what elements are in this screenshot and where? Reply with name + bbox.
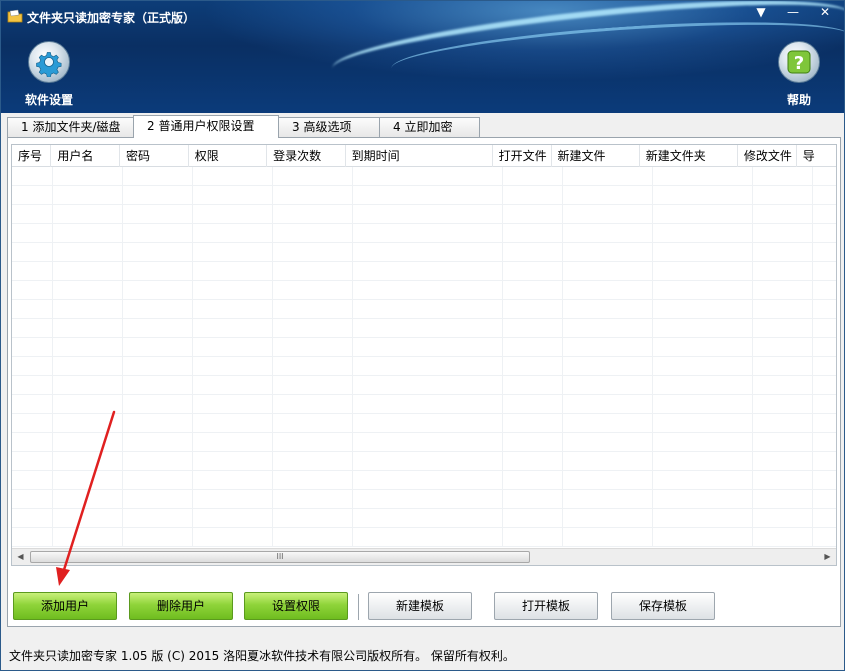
status-bar-text: 文件夹只读加密专家 1.05 版 (C) 2015 洛阳夏冰软件技术有限公司版权…: [9, 649, 515, 663]
window-controls: ▼ — ✕: [746, 3, 840, 21]
table-body: [12, 167, 836, 547]
title-bar[interactable]: 文件夹只读加密专家（正式版） ▼ — ✕: [1, 1, 844, 31]
save-template-button[interactable]: 保存模板: [611, 592, 715, 620]
help-button[interactable]: ? 帮助: [769, 41, 829, 108]
user-table[interactable]: 序号 用户名 密码 权限 登录次数 到期时间 打开文件 新建文件 新建文件夹 修…: [11, 144, 837, 566]
table-header: 序号 用户名 密码 权限 登录次数 到期时间 打开文件 新建文件 新建文件夹 修…: [12, 145, 836, 167]
column-divider: [192, 167, 193, 547]
column-header-username[interactable]: 用户名: [51, 145, 120, 167]
tab-bar: 1 添加文件夹/磁盘 2 普通用户权限设置 3 高级选项 4 立即加密: [7, 115, 480, 138]
column-divider: [502, 167, 503, 547]
gear-icon: [36, 52, 62, 77]
app-folder-icon: [7, 9, 23, 23]
column-header-login-count[interactable]: 登录次数: [267, 145, 346, 167]
main-window: 文件夹只读加密专家（正式版） ▼ — ✕ 软件设置 ? 帮助 1 添加文件夹/磁…: [0, 0, 845, 671]
close-button[interactable]: ✕: [810, 3, 840, 21]
scroll-left-icon[interactable]: ◀: [12, 549, 29, 565]
button-separator: [358, 594, 359, 620]
menu-dropdown-button[interactable]: ▼: [746, 3, 776, 21]
tab-advanced-options[interactable]: 3 高级选项: [278, 117, 380, 138]
tab-encrypt-now[interactable]: 4 立即加密: [379, 117, 480, 138]
minimize-button[interactable]: —: [778, 3, 808, 21]
column-header-password[interactable]: 密码: [120, 145, 189, 167]
help-circle: ?: [778, 41, 820, 83]
set-permission-button[interactable]: 设置权限: [244, 592, 348, 620]
permissions-panel: 序号 用户名 密码 权限 登录次数 到期时间 打开文件 新建文件 新建文件夹 修…: [7, 137, 841, 627]
add-user-button[interactable]: 添加用户: [13, 592, 117, 620]
column-divider: [352, 167, 353, 547]
column-divider: [752, 167, 753, 547]
column-header-expiry[interactable]: 到期时间: [346, 145, 493, 167]
column-header-open-file[interactable]: 打开文件: [493, 145, 552, 167]
column-header-index[interactable]: 序号: [12, 145, 52, 167]
window-title: 文件夹只读加密专家（正式版）: [27, 11, 196, 25]
settings-label: 软件设置: [24, 93, 73, 107]
horizontal-scrollbar[interactable]: ◀ III ▶: [12, 548, 836, 565]
delete-user-button[interactable]: 删除用户: [129, 592, 233, 620]
column-header-permission[interactable]: 权限: [189, 145, 268, 167]
column-divider: [812, 167, 813, 547]
tab-user-permissions[interactable]: 2 普通用户权限设置: [133, 115, 279, 138]
help-label: 帮助: [786, 93, 811, 107]
software-settings-button[interactable]: 软件设置: [19, 41, 79, 108]
new-template-button[interactable]: 新建模板: [368, 592, 472, 620]
column-divider: [562, 167, 563, 547]
column-divider: [52, 167, 53, 547]
open-template-button[interactable]: 打开模板: [494, 592, 598, 620]
column-header-modify-file[interactable]: 修改文件: [738, 145, 797, 167]
header-banner: 文件夹只读加密专家（正式版） ▼ — ✕ 软件设置 ? 帮助: [1, 1, 844, 113]
column-header-new-file[interactable]: 新建文件: [552, 145, 640, 167]
scroll-thumb[interactable]: III: [30, 551, 530, 563]
column-header-export[interactable]: 导: [797, 145, 836, 167]
help-question-icon: ?: [787, 50, 811, 74]
column-divider: [122, 167, 123, 547]
svg-text:?: ?: [794, 53, 804, 74]
tab-add-folder[interactable]: 1 添加文件夹/磁盘: [7, 117, 134, 138]
column-header-new-folder[interactable]: 新建文件夹: [640, 145, 738, 167]
scroll-right-icon[interactable]: ▶: [819, 549, 836, 565]
settings-circle: [28, 41, 70, 83]
column-divider: [272, 167, 273, 547]
column-divider: [652, 167, 653, 547]
